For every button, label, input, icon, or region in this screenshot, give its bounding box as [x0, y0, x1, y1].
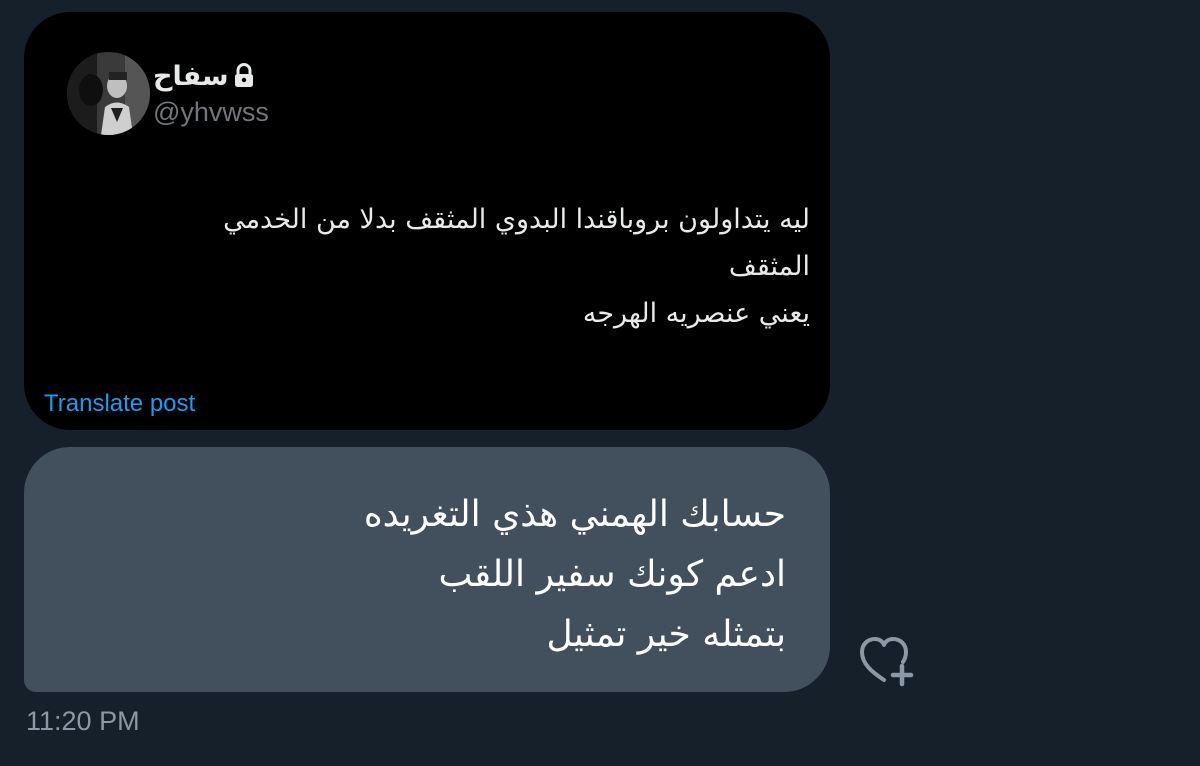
author-name[interactable]: سفاح	[153, 61, 229, 92]
dm-conversation: سفاح @yhvwss ليه يتداولون بروباقندا البد…	[0, 0, 1200, 766]
quoted-post-line: ليه يتداولون بروباقندا البدوي المثقف بدل…	[223, 204, 810, 235]
message-line: ادعم كونك سفير اللقب	[438, 554, 786, 595]
quoted-post-text: ليه يتداولون بروباقندا البدوي المثقف بدل…	[70, 196, 810, 337]
message-timestamp: 11:20 PM	[26, 706, 140, 736]
heart-plus-icon[interactable]	[856, 632, 918, 688]
author-handle[interactable]: @yhvwss	[153, 97, 269, 128]
author-avatar[interactable]	[67, 52, 150, 135]
message-text: حسابك الهمني هذي التغريده ادعم كونك سفير…	[66, 485, 786, 665]
lock-icon	[233, 63, 255, 89]
message-line: بتمثله خير تمثيل	[546, 614, 786, 655]
quoted-post-card[interactable]: سفاح @yhvwss ليه يتداولون بروباقندا البد…	[24, 12, 830, 430]
quoted-post-line: المثقف	[728, 251, 810, 282]
translate-post-link[interactable]: Translate post	[44, 390, 195, 418]
message-bubble[interactable]: حسابك الهمني هذي التغريده ادعم كونك سفير…	[24, 447, 830, 692]
message-line: حسابك الهمني هذي التغريده	[363, 494, 786, 535]
quoted-post-line: يعني عنصريه الهرجه	[582, 298, 810, 329]
author-name-row: سفاح	[153, 58, 263, 94]
